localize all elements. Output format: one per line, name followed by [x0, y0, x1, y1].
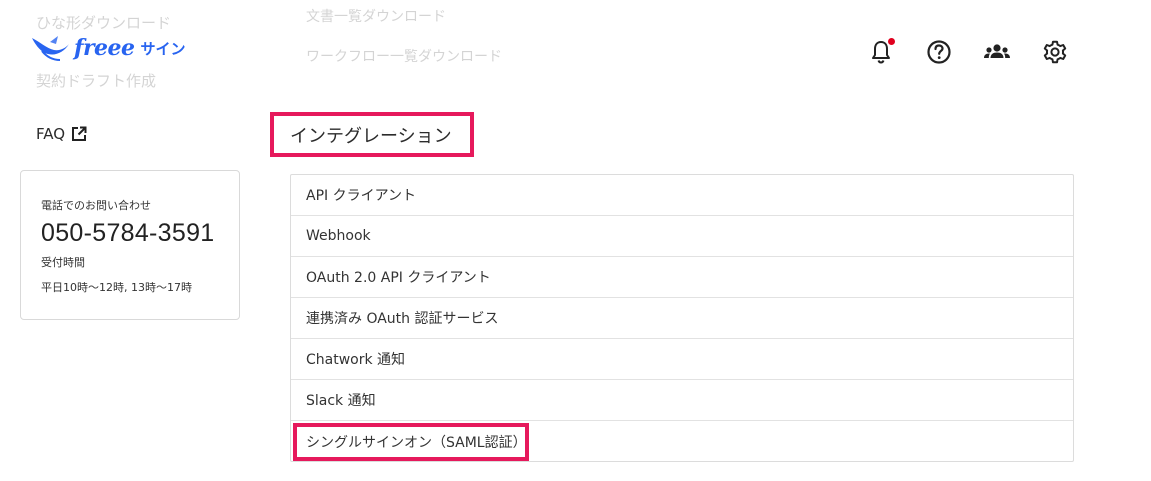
- faq-link[interactable]: FAQ: [36, 125, 87, 143]
- ghost-menu-document-list-download: 文書一覧ダウンロード: [306, 9, 446, 25]
- team-icon: [984, 44, 1010, 58]
- list-item-chatwork-notification[interactable]: Chatwork 通知: [291, 339, 1073, 380]
- ghost-menu-contract-draft: 契約ドラフト作成: [36, 72, 157, 90]
- list-item-slack-notification[interactable]: Slack 通知: [291, 380, 1073, 421]
- contact-hours-label: 受付時間: [41, 256, 85, 269]
- notifications-button[interactable]: [866, 37, 896, 67]
- section-title-highlight: インテグレーション: [270, 112, 474, 157]
- brand-wordmark: freee: [74, 35, 135, 61]
- list-item-oauth2-api-client[interactable]: OAuth 2.0 API クライアント: [291, 257, 1073, 298]
- external-link-icon: [72, 126, 87, 141]
- ghost-menu-workflow-list-download: ワークフロー一覧ダウンロード: [306, 49, 502, 65]
- list-item-saml-sso[interactable]: シングルサインオン（SAML認証）: [291, 421, 1073, 462]
- list-item-webhook[interactable]: Webhook: [291, 216, 1073, 257]
- help-button[interactable]: [924, 37, 954, 67]
- ghost-menu-template-download: ひな形ダウンロード: [36, 14, 172, 32]
- list-item-api-client[interactable]: API クライアント: [291, 175, 1073, 216]
- team-button[interactable]: [982, 37, 1012, 67]
- bird-logo-icon: [32, 36, 69, 61]
- phone-contact-card: 電話でのお問い合わせ 050-5784-3591 受付時間 平日10時〜12時,…: [20, 170, 240, 320]
- contact-hours: 平日10時〜12時, 13時〜17時: [41, 281, 192, 294]
- notification-dot: [888, 38, 895, 45]
- list-item-connected-oauth-services[interactable]: 連携済み OAuth 認証サービス: [291, 298, 1073, 339]
- settings-button[interactable]: [1040, 37, 1070, 67]
- app-logo[interactable]: freee サイン: [30, 33, 186, 63]
- brand-product-name: サイン: [140, 39, 186, 58]
- faq-label: FAQ: [36, 125, 66, 143]
- page-title: インテグレーション: [290, 125, 452, 147]
- contact-phone-number: 050-5784-3591: [41, 219, 215, 247]
- contact-label: 電話でのお問い合わせ: [41, 199, 151, 212]
- gear-icon: [1043, 40, 1067, 64]
- header-actions: [866, 37, 1070, 67]
- integration-list: API クライアント Webhook OAuth 2.0 API クライアント …: [290, 174, 1074, 462]
- help-icon: [927, 40, 951, 64]
